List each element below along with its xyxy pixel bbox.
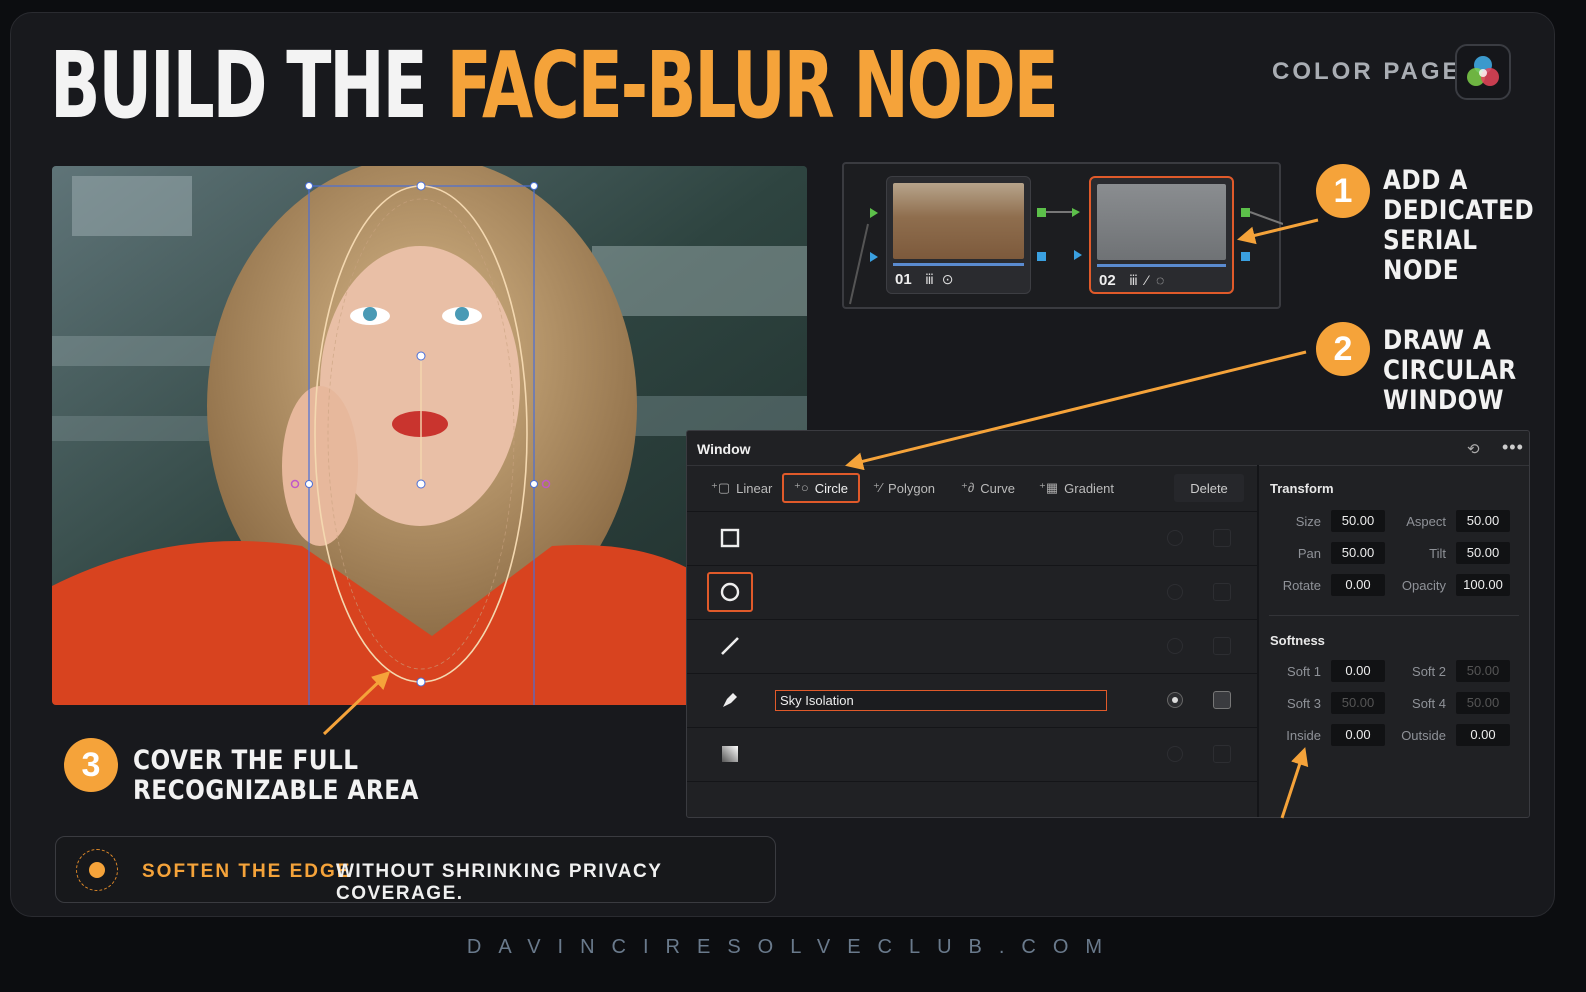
step-3-text: COVER THE FULL RECOGNIZABLE AREA <box>133 745 419 806</box>
aspect-label: Aspect <box>1406 514 1446 529</box>
rotate-label: Rotate <box>1282 578 1321 593</box>
soften-rest: WITHOUT SHRINKING PRIVACY COVERAGE. <box>336 861 663 904</box>
rotate-field[interactable]: 0.00 <box>1331 574 1385 596</box>
pen-window-icon[interactable] <box>707 680 753 720</box>
window-invert-toggle[interactable] <box>1213 529 1231 547</box>
window-panel-title: Window <box>697 441 751 457</box>
step-3-badge: 3 <box>64 738 118 792</box>
tilt-field[interactable]: 50.00 <box>1456 542 1510 564</box>
davinci-resolve-logo-icon <box>1455 44 1511 100</box>
gradient-window-icon[interactable] <box>707 734 753 774</box>
node-thumbnail <box>893 183 1024 259</box>
window-invert-toggle[interactable] <box>1213 583 1231 601</box>
soften-tip-bar: SOFTEN THE EDGE WITHOUT SHRINKING PRIVAC… <box>55 836 776 904</box>
outside-field[interactable]: 0.00 <box>1456 724 1510 746</box>
circle-window-icon[interactable] <box>707 572 753 612</box>
soft1-label: Soft 1 <box>1287 664 1321 679</box>
step-1-badge: 1 <box>1316 164 1370 218</box>
polygon-icon: ⁺∕ <box>873 480 883 495</box>
curve-icon: ⁺∂ <box>961 480 975 495</box>
title-orange: FACE-BLUR NODE <box>446 32 1059 139</box>
window-row-gradient[interactable] <box>687 727 1257 781</box>
window-invert-toggle[interactable] <box>1213 745 1231 763</box>
soft3-field[interactable]: 50.00 <box>1331 692 1385 714</box>
aspect-field[interactable]: 50.00 <box>1456 510 1510 532</box>
page-title: BUILD THE FACE-BLUR NODE <box>50 40 1059 132</box>
node-graph[interactable]: 01 ⅲ ⊙ 02 ⅲ ⁄ ◌ <box>842 162 1283 309</box>
node-tools-icon: ⅲ ⁄ ◌ <box>1129 272 1167 288</box>
transform-title: Transform <box>1270 481 1334 496</box>
window-enable-toggle[interactable] <box>1167 638 1183 654</box>
tool-gradient[interactable]: ⁺▦ Gradient <box>1029 473 1124 503</box>
page-label: COLOR PAGE <box>1272 58 1462 85</box>
window-invert-toggle[interactable] <box>1213 637 1231 655</box>
softness-title: Softness <box>1270 633 1325 648</box>
square-window-icon[interactable] <box>707 518 753 558</box>
window-row-polygon[interactable] <box>687 619 1257 673</box>
step-1-text: ADD A DEDICATED SERIAL NODE <box>1383 165 1535 286</box>
tool-curve[interactable]: ⁺∂ Curve <box>951 473 1025 503</box>
size-field[interactable]: 50.00 <box>1331 510 1385 532</box>
window-row-circle[interactable] <box>687 565 1257 619</box>
node-02[interactable]: 02 ⅲ ⁄ ◌ <box>1089 176 1234 294</box>
step-2-text: DRAW A CIRCULAR WINDOW <box>1383 325 1517 416</box>
window-row-linear[interactable] <box>687 511 1257 565</box>
window-enable-toggle[interactable] <box>1167 692 1183 708</box>
window-enable-toggle[interactable] <box>1167 530 1183 546</box>
soft4-label: Soft 4 <box>1412 696 1446 711</box>
step-2-badge: 2 <box>1316 322 1370 376</box>
circle-icon: ⁺○ <box>794 480 809 495</box>
title-white: BUILD THE <box>50 32 447 139</box>
soft4-field[interactable]: 50.00 <box>1456 692 1510 714</box>
more-options-icon[interactable]: ••• <box>1502 437 1524 458</box>
outside-label: Outside <box>1401 728 1446 743</box>
window-enable-toggle[interactable] <box>1167 584 1183 600</box>
window-name-field[interactable]: Sky Isolation <box>775 690 1107 711</box>
size-label: Size <box>1295 514 1321 529</box>
inside-field[interactable]: 0.00 <box>1331 724 1385 746</box>
pan-field[interactable]: 50.00 <box>1331 542 1385 564</box>
soften-highlight: SOFTEN THE EDGE <box>142 861 352 882</box>
pan-label: Pan <box>1297 546 1321 561</box>
soft2-field[interactable]: 50.00 <box>1456 660 1510 682</box>
linear-icon: ⁺▢ <box>711 480 731 495</box>
delete-button[interactable]: Delete <box>1174 474 1244 502</box>
window-panel: Window ⟲ ••• ⁺▢ Linear ⁺○ Circle ⁺∕ Polygon… <box>686 430 1530 818</box>
soft3-label: Soft 3 <box>1287 696 1321 711</box>
node-01[interactable]: 01 ⅲ ⊙ <box>886 176 1031 294</box>
node-number: 02 <box>1099 272 1116 289</box>
opacity-field[interactable]: 100.00 <box>1456 574 1510 596</box>
window-row-curve[interactable]: Sky Isolation <box>687 673 1257 727</box>
node-number: 01 <box>895 271 912 288</box>
soft2-label: Soft 2 <box>1412 664 1446 679</box>
soft1-field[interactable]: 0.00 <box>1331 660 1385 682</box>
reset-history-icon[interactable]: ⟲ <box>1467 440 1480 458</box>
polygon-window-icon[interactable] <box>707 626 753 666</box>
tilt-label: Tilt <box>1429 546 1446 561</box>
tool-polygon[interactable]: ⁺∕ Polygon <box>863 473 945 503</box>
target-icon <box>76 849 118 891</box>
inside-label: Inside <box>1286 728 1321 743</box>
tool-circle[interactable]: ⁺○ Circle <box>782 473 860 503</box>
node-tools-icon: ⅲ ⊙ <box>925 271 956 287</box>
window-invert-toggle[interactable] <box>1213 691 1231 709</box>
window-enable-toggle[interactable] <box>1167 746 1183 762</box>
footer-url: DAVINCIRESOLVECLUB.COM <box>466 936 1120 958</box>
tool-linear[interactable]: ⁺▢ Linear <box>701 473 782 503</box>
opacity-label: Opacity <box>1401 578 1446 593</box>
node-thumbnail <box>1097 184 1226 260</box>
gradient-icon: ⁺▦ <box>1039 480 1059 495</box>
